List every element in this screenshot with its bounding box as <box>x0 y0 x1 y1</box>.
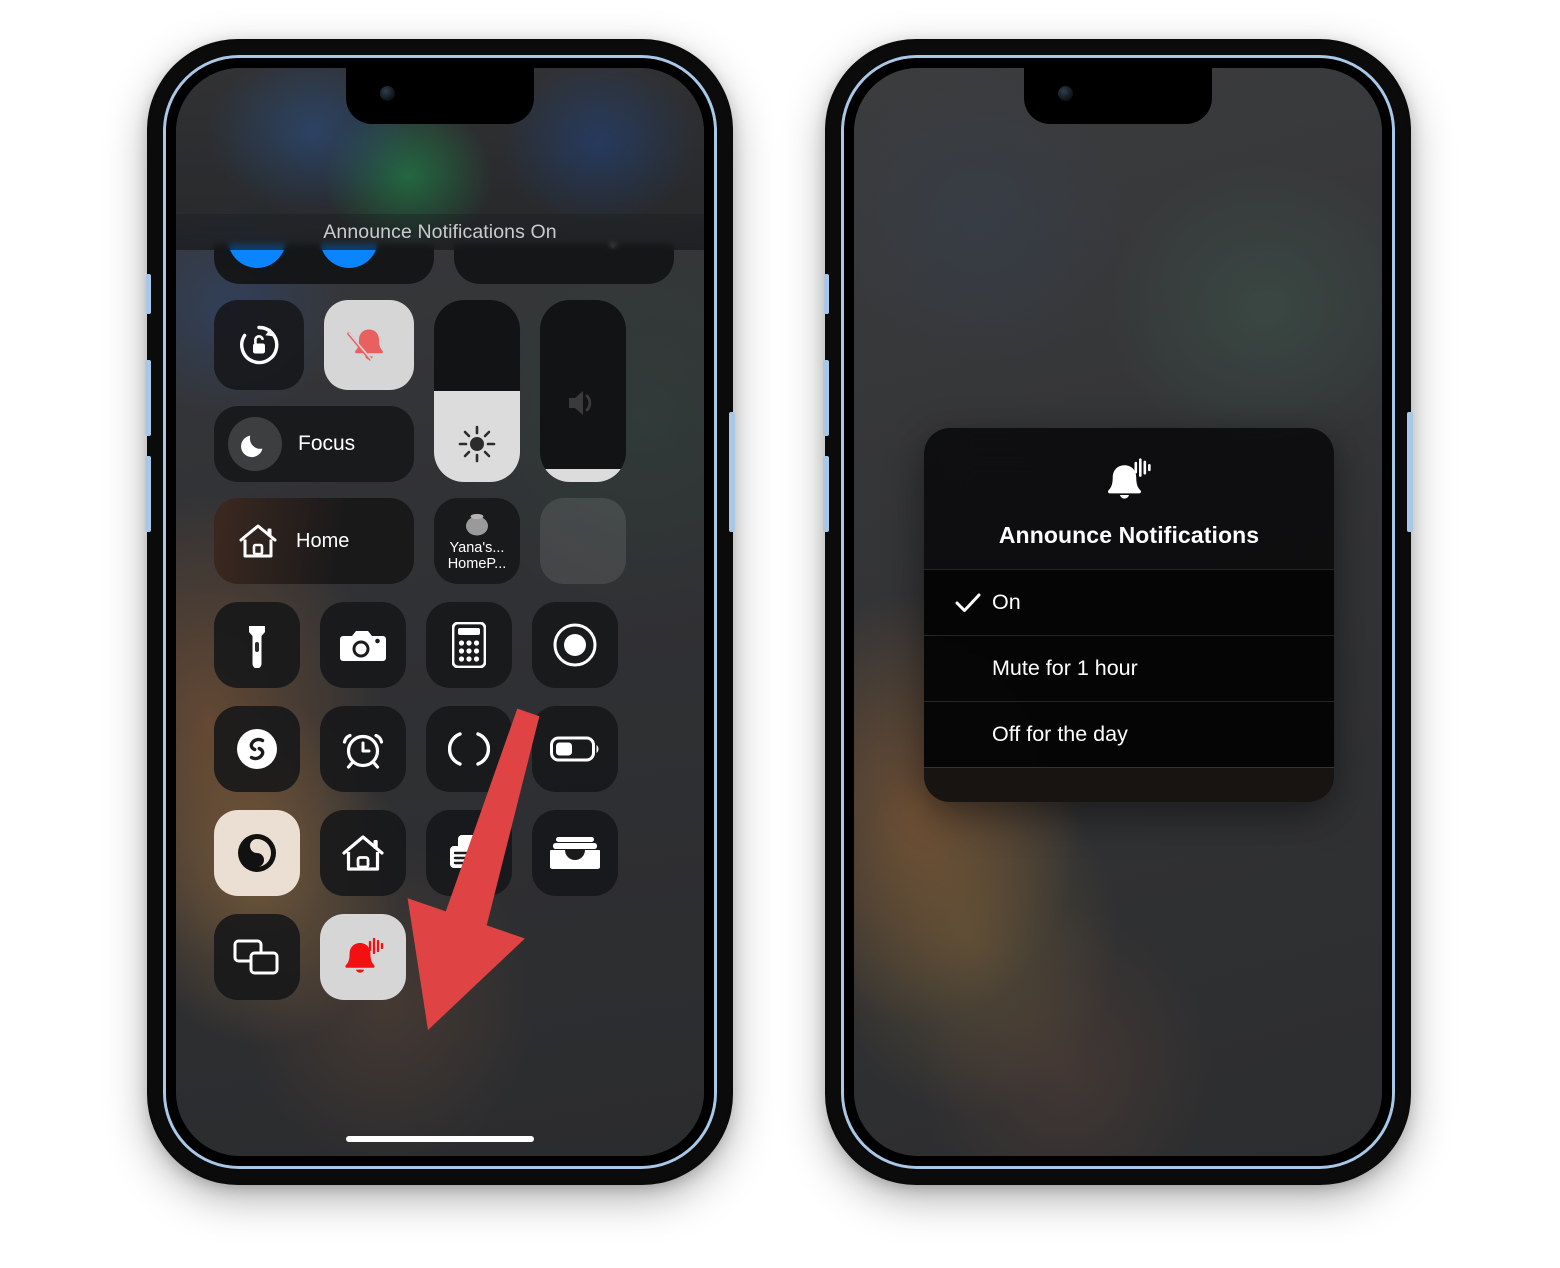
power-button-right[interactable] <box>1407 412 1413 532</box>
focus-toggle[interactable]: Focus <box>214 406 414 482</box>
dialog-option-mute-1-hour[interactable]: Mute for 1 hour <box>924 635 1334 701</box>
right-phone-device: Announce Notifications On Mute for 1 hou… <box>823 42 1413 1182</box>
quick-note-icon <box>445 831 493 875</box>
volume-fill <box>540 469 626 482</box>
shazam-button[interactable] <box>214 706 300 792</box>
flashlight-button[interactable] <box>214 602 300 688</box>
toggles-and-sliders-row: Focus <box>214 300 674 482</box>
announce-notifications-button[interactable] <box>320 914 406 1000</box>
front-camera-icon-right <box>1058 86 1073 101</box>
icon-row-2 <box>214 706 674 792</box>
toggle-pair <box>214 300 414 390</box>
low-power-button[interactable] <box>532 706 618 792</box>
mute-switch-right[interactable] <box>824 274 829 314</box>
screenshot-canvas: Announce Notifications On Focus Home Yan… <box>0 0 1560 1268</box>
screen-mirroring-icon <box>233 937 281 977</box>
home-tile[interactable]: Home <box>214 498 414 584</box>
homepod-tile[interactable]: Yana's... HomeP... <box>434 498 520 584</box>
front-camera-icon <box>380 86 395 101</box>
homepod-label-line2: HomeP... <box>447 556 507 572</box>
mute-switch[interactable] <box>146 274 151 314</box>
home-row: Home Yana's... HomeP... <box>214 498 674 584</box>
dialog-option-on[interactable]: On <box>924 569 1334 635</box>
empty-tile[interactable] <box>540 498 626 584</box>
notch <box>346 68 534 124</box>
left-phone-device: Announce Notifications On Focus Home Yan… <box>145 42 735 1182</box>
notch-right <box>1024 68 1212 124</box>
volume-down-button-right[interactable] <box>823 456 829 532</box>
dialog-footer <box>924 767 1334 802</box>
brightness-slider[interactable] <box>434 300 520 482</box>
bell-announce-icon <box>340 934 386 980</box>
bell-slash-icon <box>347 323 391 367</box>
speaker-icon <box>540 386 626 420</box>
calculator-button[interactable] <box>426 602 512 688</box>
toggles-column: Focus <box>214 300 414 482</box>
icon-row-4 <box>214 914 674 1000</box>
connectivity-module[interactable] <box>214 244 434 284</box>
camera-button[interactable] <box>320 602 406 688</box>
dialog-option-off-for-the-day[interactable]: Off for the day <box>924 701 1334 767</box>
homepod-label-line1: Yana's... <box>449 540 505 556</box>
screen-record-button[interactable] <box>532 602 618 688</box>
dialog-header: Announce Notifications <box>924 428 1334 569</box>
icon-row-3 <box>214 810 674 896</box>
house-camera-icon <box>339 831 387 875</box>
volume-down-button[interactable] <box>145 456 151 532</box>
connectivity-modules-row <box>214 244 674 284</box>
focus-label: Focus <box>298 432 356 455</box>
brightness-icon <box>434 424 520 464</box>
volume-up-button[interactable] <box>145 360 151 436</box>
rotation-lock-icon <box>236 322 282 368</box>
silent-mode-toggle[interactable] <box>324 300 414 390</box>
wallet-icon <box>550 835 600 871</box>
flashlight-icon <box>244 622 270 668</box>
announce-banner-text: Announce Notifications On <box>323 220 557 243</box>
right-phone-screen: Announce Notifications On Mute for 1 hou… <box>854 68 1382 1156</box>
quick-note-button[interactable] <box>426 810 512 896</box>
dialog-option-label: Off for the day <box>992 722 1128 746</box>
left-phone-rim: Announce Notifications On Focus Home Yan… <box>163 55 717 1169</box>
battery-icon <box>550 734 600 764</box>
right-phone-rim: Announce Notifications On Mute for 1 hou… <box>841 55 1395 1169</box>
dialog-option-label: Mute for 1 hour <box>992 656 1138 680</box>
moon-icon <box>228 417 282 471</box>
alarm-clock-icon <box>340 726 386 772</box>
hearing-icon <box>448 726 490 772</box>
house-icon <box>236 520 280 562</box>
wallet-button[interactable] <box>532 810 618 896</box>
dark-mode-button[interactable] <box>214 810 300 896</box>
volume-up-button-right[interactable] <box>823 360 829 436</box>
bell-announce-icon <box>1103 454 1155 506</box>
announce-banner: Announce Notifications On <box>176 214 704 250</box>
home-indicator <box>346 1136 534 1142</box>
rotation-lock-toggle[interactable] <box>214 300 304 390</box>
home-app-button[interactable] <box>320 810 406 896</box>
checkmark-icon <box>944 592 992 614</box>
screen-mirroring-button[interactable] <box>214 914 300 1000</box>
volume-slider[interactable] <box>540 300 626 482</box>
alarm-button[interactable] <box>320 706 406 792</box>
icon-row-1 <box>214 602 674 688</box>
hearing-button[interactable] <box>426 706 512 792</box>
announce-notifications-dialog: Announce Notifications On Mute for 1 hou… <box>924 428 1334 802</box>
control-center-grid: Focus Home Yana's... HomeP... <box>214 244 674 1018</box>
screen-record-icon <box>552 622 598 668</box>
dialog-title: Announce Notifications <box>998 522 1260 548</box>
shazam-icon <box>234 726 280 772</box>
dark-mode-icon <box>234 830 280 876</box>
camera-icon <box>339 625 387 665</box>
calculator-icon <box>452 622 486 668</box>
music-module[interactable] <box>454 244 674 284</box>
power-button[interactable] <box>729 412 735 532</box>
home-label: Home <box>296 529 350 552</box>
dialog-option-label: On <box>992 590 1021 614</box>
homepod-icon <box>462 510 492 536</box>
control-center: Announce Notifications On Focus Home Yan… <box>176 68 704 1156</box>
left-phone-screen: Announce Notifications On Focus Home Yan… <box>176 68 704 1156</box>
